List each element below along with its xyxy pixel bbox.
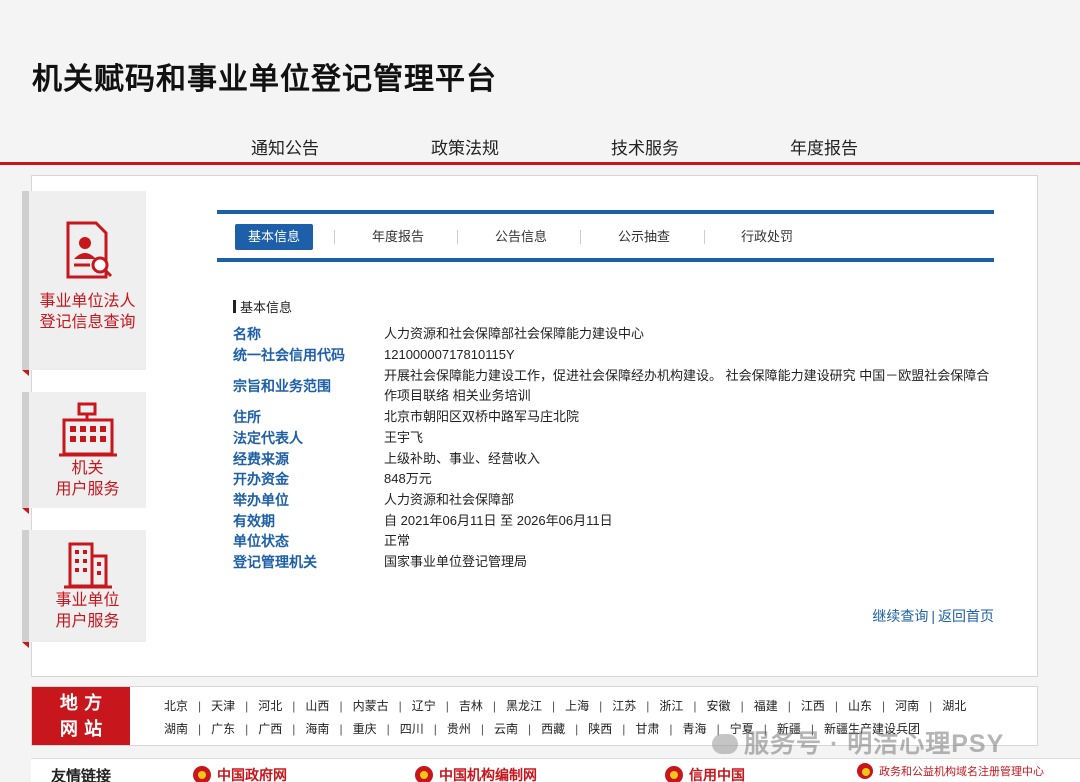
label-registry: 登记管理机关 bbox=[233, 554, 317, 570]
tab-announcements[interactable]: 公告信息 bbox=[482, 224, 560, 250]
office-building-icon bbox=[63, 542, 112, 589]
tile-label-line1: 事业单位 bbox=[55, 592, 120, 609]
national-emblem-icon bbox=[193, 766, 211, 782]
region-link[interactable]: 福建 bbox=[754, 699, 778, 713]
region-link[interactable]: 河北 bbox=[258, 699, 282, 713]
region-link[interactable]: 广西 bbox=[258, 722, 282, 736]
party-emblem-icon bbox=[415, 766, 433, 782]
section-title: 基本信息 bbox=[233, 297, 292, 316]
region-link[interactable]: 湖南 bbox=[164, 722, 188, 736]
value-capital: 848万元 bbox=[384, 471, 432, 486]
label-name: 名称 bbox=[233, 326, 261, 342]
value-address: 北京市朝阳区双桥中路军马庄北院 bbox=[384, 409, 580, 424]
site-header: 机关赋码和事业单位登记管理平台 通知公告 政策法规 技术服务 年度报告 bbox=[0, 0, 1080, 165]
label-scope: 宗旨和业务范围 bbox=[233, 378, 331, 394]
label-funding-source: 经费来源 bbox=[233, 451, 289, 467]
tab-spot-check[interactable]: 公示抽查 bbox=[605, 224, 683, 250]
region-link[interactable]: 海南 bbox=[305, 722, 329, 736]
value-credit-code: 12100000717810115Y bbox=[384, 347, 515, 362]
label-capital: 开办资金 bbox=[233, 471, 289, 487]
link-domain-registry[interactable]: 政务和公益机构域名注册管理中心 bbox=[857, 763, 1044, 779]
region-link[interactable]: 吉林 bbox=[459, 699, 483, 713]
link-credit-china[interactable]: 信用中国 bbox=[665, 765, 745, 782]
link-scopsr[interactable]: 中国机构编制网 bbox=[415, 765, 537, 782]
tile-government-user-service[interactable]: 机关 用户服务 bbox=[22, 392, 146, 514]
value-registry: 国家事业单位登记管理局 bbox=[384, 554, 528, 569]
return-home-link[interactable]: 返回首页 bbox=[938, 608, 994, 624]
site-title: 机关赋码和事业单位登记管理平台 bbox=[32, 63, 497, 96]
tab-annual-report[interactable]: 年度报告 bbox=[359, 224, 437, 250]
query-links: 继续查询 | 返回首页 bbox=[872, 608, 994, 624]
tile-label-line2: 用户服务 bbox=[55, 481, 120, 498]
nav-policies[interactable]: 政策法规 bbox=[431, 134, 499, 159]
continue-query-link[interactable]: 继续查询 bbox=[872, 608, 928, 624]
watermark: 服务号 · 明洁心理PSY bbox=[712, 724, 1004, 760]
value-funding-source: 上级补助、事业、经营收入 bbox=[384, 451, 541, 466]
region-link[interactable]: 河南 bbox=[895, 699, 919, 713]
tile-label-line2: 用户服务 bbox=[55, 613, 120, 630]
region-link[interactable]: 贵州 bbox=[447, 722, 471, 736]
value-legal-rep: 王宇飞 bbox=[384, 430, 424, 445]
region-link[interactable]: 黑龙江 bbox=[506, 699, 542, 713]
region-link[interactable]: 北京 bbox=[164, 699, 188, 713]
region-link[interactable]: 广东 bbox=[211, 722, 235, 736]
value-sponsor: 人力资源和社会保障部 bbox=[384, 492, 515, 507]
region-link[interactable]: 天津 bbox=[211, 699, 235, 713]
value-validity: 自 2021年06月11日 至 2026年06月11日 bbox=[384, 513, 613, 528]
value-status: 正常 bbox=[384, 533, 411, 548]
region-link[interactable]: 甘肃 bbox=[635, 722, 659, 736]
main-nav: 通知公告 政策法规 技术服务 年度报告 bbox=[0, 134, 1080, 162]
label-sponsor: 举办单位 bbox=[233, 492, 289, 508]
wechat-icon bbox=[712, 734, 738, 754]
label-validity: 有效期 bbox=[233, 513, 275, 529]
region-link[interactable]: 山西 bbox=[305, 699, 329, 713]
value-scope: 开展社会保障能力建设工作，促进社会保障经办机构建设。 社会保障能力建设研究 中国… bbox=[384, 368, 990, 403]
region-link[interactable]: 上海 bbox=[565, 699, 589, 713]
region-link[interactable]: 江西 bbox=[801, 699, 825, 713]
region-link[interactable]: 四川 bbox=[400, 722, 424, 736]
region-link[interactable]: 湖北 bbox=[942, 699, 966, 713]
document-search-icon bbox=[66, 221, 112, 279]
value-name: 人力资源和社会保障部社会保障能力建设中心 bbox=[384, 326, 645, 341]
registry-seal-icon bbox=[857, 763, 873, 779]
label-status: 单位状态 bbox=[233, 533, 289, 549]
tab-penalties[interactable]: 行政处罚 bbox=[728, 224, 806, 250]
government-building-icon bbox=[58, 402, 117, 457]
region-link[interactable]: 西藏 bbox=[541, 722, 565, 736]
region-link[interactable]: 辽宁 bbox=[412, 699, 436, 713]
region-link[interactable]: 安徽 bbox=[707, 699, 731, 713]
tile-legal-person-query[interactable]: 事业单位法人 登记信息查询 bbox=[22, 191, 146, 376]
region-row-1: 北京 | 天津 | 河北 | 山西 | 内蒙古 | 辽宁 | 吉林 | 黑龙江 | 上海 | 江苏 | 浙江 | 安徽 | 福建… bbox=[164, 699, 967, 713]
tile-label-line1: 事业单位法人 bbox=[39, 293, 136, 310]
friend-links: 友情链接 中国政府网 中国机构编制网 信用中国 政务和公益机构域名注册管理中心 bbox=[31, 758, 1080, 782]
link-gov-cn[interactable]: 中国政府网 bbox=[193, 765, 287, 782]
friend-links-title: 友情链接 bbox=[51, 768, 112, 782]
region-link[interactable]: 浙江 bbox=[659, 699, 683, 713]
credit-china-logo-icon bbox=[665, 766, 683, 782]
nav-annual-reports[interactable]: 年度报告 bbox=[790, 134, 858, 159]
tile-label-line2: 登记信息查询 bbox=[39, 314, 136, 331]
region-link[interactable]: 陕西 bbox=[588, 722, 612, 736]
regional-sites-title: 地 方 网 站 bbox=[32, 687, 130, 745]
info-tabbar: 基本信息 年度报告 公告信息 公示抽查 行政处罚 bbox=[217, 210, 994, 262]
region-link[interactable]: 青海 bbox=[683, 722, 707, 736]
region-link[interactable]: 山东 bbox=[848, 699, 872, 713]
region-link[interactable]: 云南 bbox=[494, 722, 518, 736]
label-address: 住所 bbox=[233, 409, 261, 425]
nav-tech-services[interactable]: 技术服务 bbox=[611, 134, 679, 159]
tile-institution-user-service[interactable]: 事业单位 用户服务 bbox=[22, 530, 146, 648]
region-link[interactable]: 重庆 bbox=[353, 722, 377, 736]
header-divider bbox=[0, 162, 1080, 165]
region-link[interactable]: 内蒙古 bbox=[353, 699, 389, 713]
region-link[interactable]: 江苏 bbox=[612, 699, 636, 713]
tab-basic-info[interactable]: 基本信息 bbox=[235, 224, 314, 250]
label-credit-code: 统一社会信用代码 bbox=[233, 347, 345, 363]
nav-notices[interactable]: 通知公告 bbox=[251, 134, 319, 159]
tile-label-line1: 机关 bbox=[71, 460, 104, 477]
label-legal-rep: 法定代表人 bbox=[233, 430, 303, 446]
